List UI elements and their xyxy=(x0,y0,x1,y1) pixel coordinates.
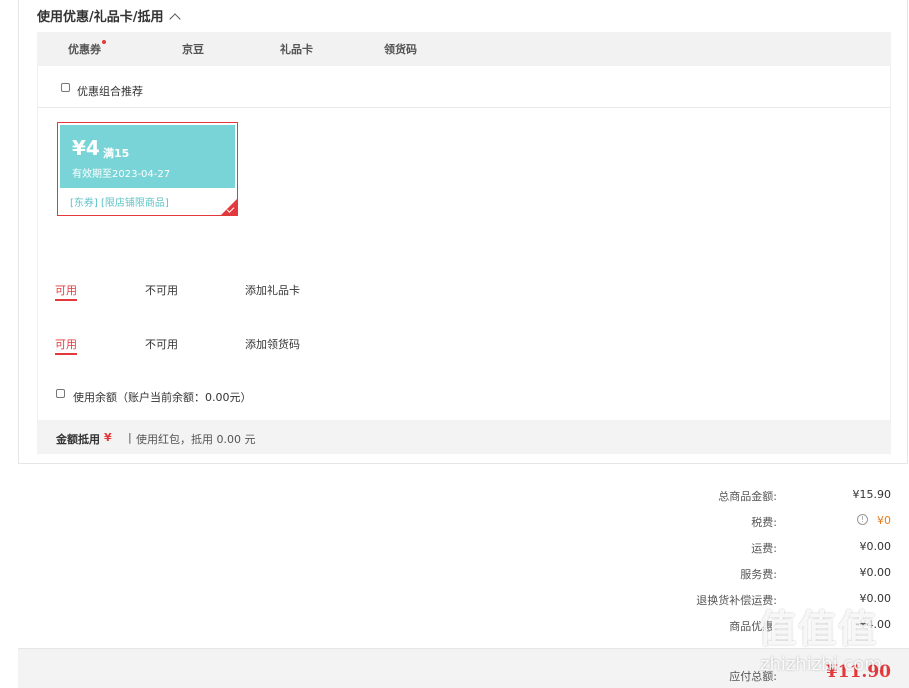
summary-value-service: ¥0.00 xyxy=(859,566,892,579)
coupon-condition: 满15 xyxy=(103,147,130,160)
summary-label-goods: 总商品金额: xyxy=(718,490,777,503)
coupon-amount: ¥4 xyxy=(72,136,100,160)
section-title[interactable]: 使用优惠/礼品卡/抵用 xyxy=(37,6,181,25)
pickup-tab-available[interactable]: 可用 xyxy=(55,336,77,352)
pickup-tab-unavailable[interactable]: 不可用 xyxy=(145,336,178,352)
combo-recommend-label: 优惠组合推荐 xyxy=(77,85,143,98)
total-label: 应付总额: xyxy=(729,670,777,683)
tab-coupon[interactable]: 优惠券 xyxy=(68,41,101,57)
summary-label-service: 服务费: xyxy=(740,568,777,581)
active-tab-underline xyxy=(55,299,77,301)
combo-recommend-checkbox[interactable] xyxy=(61,83,70,92)
active-tab-underline xyxy=(55,353,77,355)
watermark-site: zhizhizhi.com xyxy=(760,654,882,675)
summary-label-discount: 商品优惠: xyxy=(729,620,777,633)
giftcard-tab-available[interactable]: 可用 xyxy=(55,282,77,298)
discount-tabs-bar xyxy=(37,32,891,66)
watermark-logo: 值值值 xyxy=(758,607,879,651)
add-pickup-code-link[interactable]: 添加领货码 xyxy=(245,336,300,352)
tab-giftcard[interactable]: 礼品卡 xyxy=(280,41,313,57)
giftcard-tab-unavailable[interactable]: 不可用 xyxy=(145,282,178,298)
divider xyxy=(38,107,890,108)
section-title-text: 使用优惠/礼品卡/抵用 xyxy=(37,10,164,25)
summary-label-shipping: 运费: xyxy=(751,542,777,555)
summary-value-goods: ¥15.90 xyxy=(852,488,892,501)
summary-value-tax: ¥0 xyxy=(877,514,891,527)
red-packet-detail: 使用红包，抵用 0.00 元 xyxy=(136,433,256,446)
chevron-up-icon[interactable] xyxy=(168,13,181,25)
summary-label-tax: 税费: xyxy=(751,516,777,529)
notification-dot xyxy=(102,40,106,44)
summary-label-return-shipping: 退换货补偿运费: xyxy=(696,594,777,607)
deduction-currency: ¥ xyxy=(104,431,112,444)
use-balance-checkbox[interactable] xyxy=(56,389,65,398)
tab-pickup-code[interactable]: 领货码 xyxy=(384,41,417,57)
coupon-card-header: ¥4 满15 有效期至2023-04-27 xyxy=(60,125,235,188)
coupon-tags: [东券] [限店铺限商品] xyxy=(70,198,169,209)
deduction-separator: | xyxy=(128,431,132,444)
coupon-card[interactable]: ¥4 满15 有效期至2023-04-27 [东券] [限店铺限商品] xyxy=(57,122,238,216)
coupon-validity: 有效期至2023-04-27 xyxy=(72,169,171,180)
use-balance-label: 使用余额（账户当前余额：0.00元） xyxy=(73,391,252,404)
deduction-label: 金额抵用 xyxy=(56,433,100,446)
add-giftcard-link[interactable]: 添加礼品卡 xyxy=(245,282,300,298)
tab-jingdou[interactable]: 京豆 xyxy=(182,41,204,57)
summary-value-shipping: ¥0.00 xyxy=(859,540,892,553)
